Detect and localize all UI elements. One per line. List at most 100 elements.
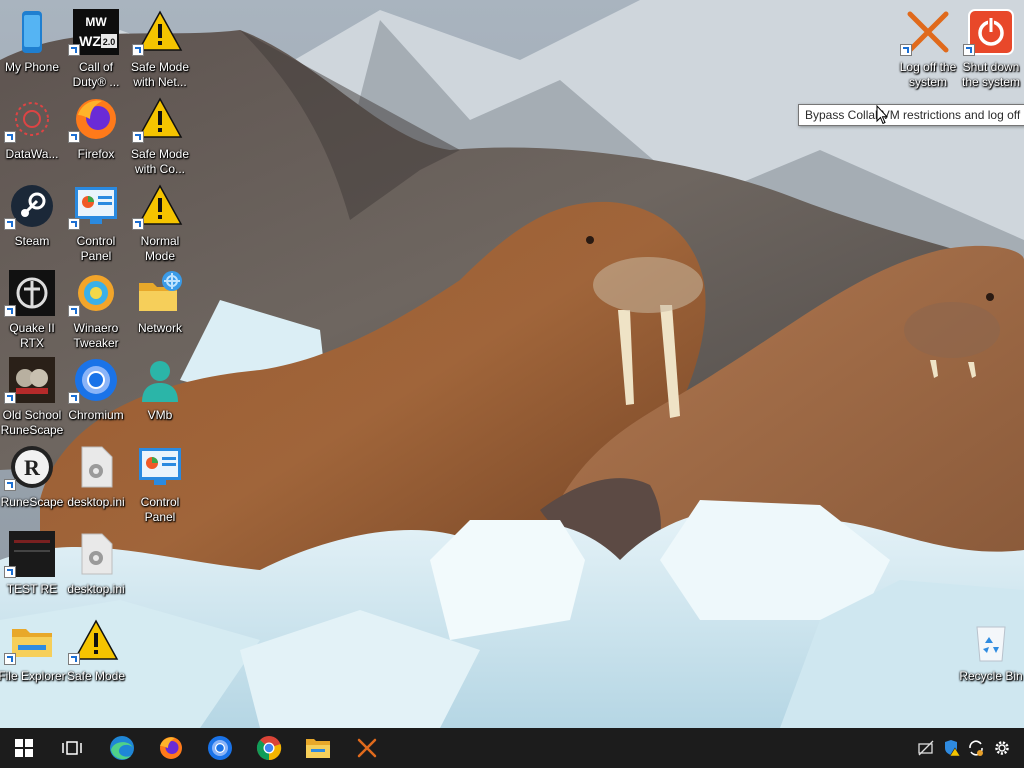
shortcut-arrow-icon	[4, 305, 16, 317]
icon-label: desktop.ini	[67, 582, 125, 596]
svg-text:WZ: WZ	[79, 33, 101, 49]
shortcut-arrow-icon	[4, 479, 16, 491]
log-off-button[interactable]	[343, 728, 391, 768]
icon-label: Quake II RTX	[9, 321, 55, 350]
desktop-icon-test-re[interactable]: TEST RE	[1, 524, 63, 608]
desktop-icon-log-off[interactable]: Log off the system	[897, 2, 959, 89]
shortcut-arrow-icon	[68, 44, 80, 56]
desktop-icon-safe-mode-with-networking[interactable]: Safe Mode with Net...	[129, 2, 191, 89]
icon-label: Log off the system	[899, 60, 957, 89]
desktop-icon-runescape[interactable]: R RuneScape	[1, 437, 63, 521]
chrome-icon	[256, 736, 282, 761]
svg-text:MW: MW	[85, 15, 107, 29]
icon-label: Call of Duty® ...	[72, 60, 120, 89]
sync-tray-button[interactable]	[963, 728, 989, 768]
desktop-icon-quake-ii-rtx[interactable]: Quake II RTX	[1, 263, 63, 350]
desktop-icon-old-school-runescape[interactable]: Old School RuneScape	[1, 350, 63, 437]
desktop-icon-winaero-tweaker[interactable]: Winaero Tweaker	[65, 263, 127, 350]
edge-icon	[110, 736, 134, 760]
shortcut-arrow-icon	[68, 653, 80, 665]
tooltip: Bypass CollabVM restrictions and log off	[798, 104, 1024, 126]
log-off-icon	[357, 738, 377, 758]
desktop-icon-control-panel[interactable]: Control Panel	[65, 176, 127, 263]
desktop-icon-safe-mode-with-command-prompt[interactable]: Safe Mode with Co...	[129, 89, 191, 176]
icon-label: Network	[137, 321, 182, 335]
sync-icon	[969, 740, 983, 756]
chromium-icon	[208, 736, 232, 760]
icon-label: Steam	[14, 234, 50, 248]
icon-label: Chromium	[68, 408, 124, 422]
edge-button[interactable]	[98, 728, 146, 768]
network-tray-button[interactable]	[914, 728, 940, 768]
icon-label: RuneScape	[0, 495, 64, 509]
icon-label: Normal Mode	[140, 234, 180, 263]
desktop-icon-firefox[interactable]: Firefox	[65, 89, 127, 173]
desktop-icon-my-phone[interactable]: My Phone	[1, 2, 63, 86]
user-icon	[136, 356, 184, 404]
icon-label: DataWa...	[5, 147, 59, 161]
windows-logo-icon	[15, 739, 33, 757]
settings-icon	[995, 741, 1009, 755]
desktop-icon-desktop-ini-2[interactable]: desktop.ini	[65, 524, 127, 608]
desktop-icon-shut-down[interactable]: Shut down the system	[960, 2, 1022, 89]
mouse-cursor-icon	[876, 105, 888, 125]
desktop-icon-recycle-bin[interactable]: Recycle Bin	[959, 611, 1023, 695]
ini-file-icon	[72, 443, 120, 491]
task-view-icon	[62, 741, 82, 755]
desktop-icon-file-explorer[interactable]: File Explorer	[0, 611, 66, 695]
shortcut-arrow-icon	[4, 392, 16, 404]
icon-label: Old School RuneScape	[0, 408, 64, 437]
icon-label: VMb	[147, 408, 173, 422]
firefox-icon	[160, 737, 182, 759]
phone-icon	[8, 8, 56, 56]
shortcut-arrow-icon	[132, 218, 144, 230]
shortcut-arrow-icon	[68, 305, 80, 317]
shortcut-arrow-icon	[132, 131, 144, 143]
desktop-icon-safe-mode[interactable]: Safe Mode	[65, 611, 127, 695]
desktop-icon-desktop-ini-1[interactable]: desktop.ini	[65, 437, 127, 521]
network-icon	[136, 269, 184, 317]
shortcut-arrow-icon	[4, 566, 16, 578]
shortcut-arrow-icon	[68, 218, 80, 230]
start-button[interactable]	[0, 728, 48, 768]
desktop-icon-normal-mode[interactable]: Normal Mode	[129, 176, 191, 263]
icon-label: desktop.ini	[67, 495, 125, 509]
security-warning-icon	[945, 740, 961, 757]
shortcut-arrow-icon	[4, 131, 16, 143]
shortcut-arrow-icon	[68, 392, 80, 404]
network-disconnected-icon	[918, 740, 934, 756]
shortcut-arrow-icon	[132, 44, 144, 56]
desktop-icon-vmb[interactable]: VMb	[129, 350, 191, 434]
settings-tray-button[interactable]	[989, 728, 1015, 768]
icon-label: My Phone	[4, 60, 60, 74]
svg-text:R: R	[24, 455, 41, 480]
chrome-button[interactable]	[245, 728, 293, 768]
ini-file-icon	[72, 530, 120, 578]
recycle-bin-icon	[967, 617, 1015, 665]
firefox-button[interactable]	[147, 728, 195, 768]
icon-label: Winaero Tweaker	[73, 321, 119, 350]
icon-label: Control Panel	[76, 234, 116, 263]
folder-icon	[306, 739, 330, 758]
taskbar	[0, 728, 1024, 768]
icon-label: Shut down the system	[961, 60, 1021, 89]
desktop-icon-datawave[interactable]: DataWa...	[1, 89, 63, 173]
shortcut-arrow-icon	[68, 131, 80, 143]
desktop-icon-chromium[interactable]: Chromium	[65, 350, 127, 434]
security-tray-button[interactable]	[939, 728, 965, 768]
icon-label: TEST RE	[6, 582, 58, 596]
icon-label: Firefox	[77, 147, 115, 161]
desktop-icon-steam[interactable]: Steam	[1, 176, 63, 260]
desktop-icon-control-panel-2[interactable]: Control Panel	[129, 437, 191, 524]
file-explorer-button[interactable]	[294, 728, 342, 768]
chromium-button[interactable]	[196, 728, 244, 768]
shortcut-arrow-icon	[4, 218, 16, 230]
desktop-icon-network[interactable]: Network	[129, 263, 191, 347]
shortcut-arrow-icon	[4, 653, 16, 665]
desktop-icon-call-of-duty[interactable]: MW WZ 2.0 Call of Duty® ...	[65, 2, 127, 89]
icon-label: Control Panel	[140, 495, 180, 524]
icon-label: Safe Mode	[66, 669, 126, 683]
icon-label: Recycle Bin	[959, 669, 1023, 683]
control-panel-icon	[136, 443, 184, 491]
task-view-button[interactable]	[48, 728, 96, 768]
